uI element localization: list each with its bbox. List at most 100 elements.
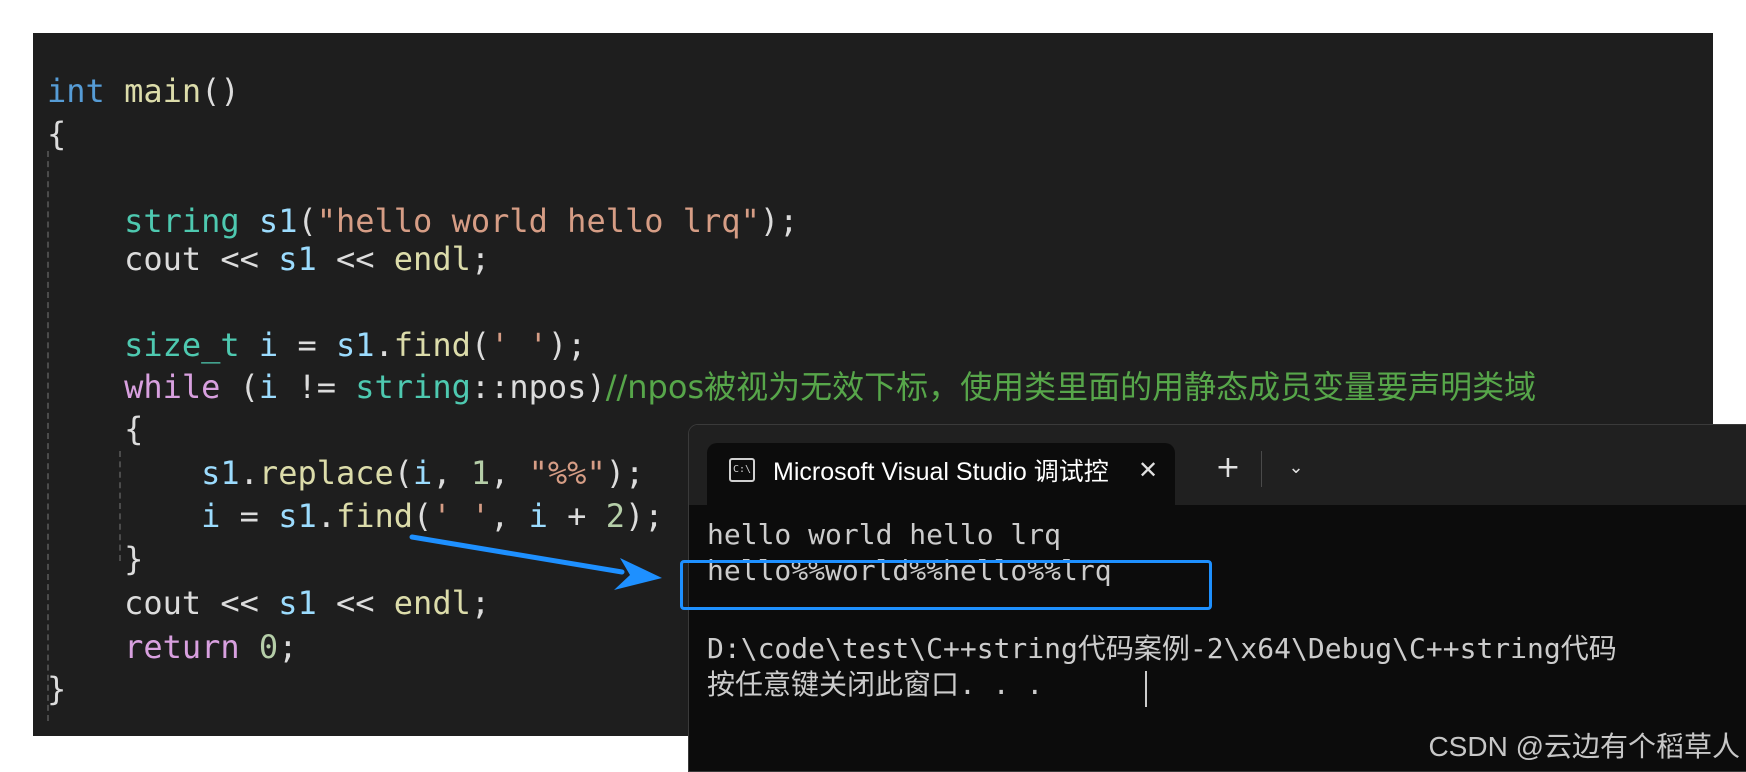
code-token: s1 bbox=[258, 202, 298, 240]
code-token: ' ' bbox=[490, 326, 548, 364]
watermark: CSDN @云边有个稻草人 bbox=[1428, 731, 1740, 762]
code-token: } bbox=[47, 670, 67, 708]
code-line: return 0; bbox=[47, 627, 297, 667]
code-line: string s1("hello world hello lrq"); bbox=[47, 201, 798, 241]
code-line: int main() bbox=[47, 71, 240, 111]
code-token: << bbox=[316, 240, 394, 278]
code-line: cout << s1 << endl; bbox=[47, 239, 490, 279]
code-line: while (i != string::npos)//npos被视为无效下标，使… bbox=[47, 367, 1536, 407]
code-token: int bbox=[47, 72, 105, 110]
code-token: << bbox=[316, 584, 394, 622]
code-token: main bbox=[124, 72, 202, 110]
code-token: find bbox=[393, 326, 471, 364]
code-token: 0 bbox=[258, 628, 279, 666]
code-token: endl bbox=[393, 240, 471, 278]
close-tab-icon[interactable]: ✕ bbox=[1133, 453, 1163, 487]
output-highlight-box bbox=[680, 560, 1212, 610]
code-token: ); bbox=[605, 454, 645, 492]
output-line-prompt: 按任意键关闭此窗口. . . bbox=[707, 668, 1044, 701]
code-token: { bbox=[47, 115, 67, 153]
code-token: s1 bbox=[278, 240, 317, 278]
new-tab-button[interactable]: + bbox=[1211, 451, 1245, 485]
code-token: ( bbox=[470, 326, 491, 364]
code-token: ; bbox=[470, 584, 491, 622]
code-token: . bbox=[239, 454, 259, 492]
chevron-down-icon[interactable]: ⌄ bbox=[1279, 451, 1313, 485]
code-token: 2 bbox=[605, 497, 625, 535]
code-token: "hello world hello lrq" bbox=[316, 202, 760, 240]
terminal-tab[interactable]: C:\ Microsoft Visual Studio 调试控 ✕ bbox=[707, 443, 1175, 505]
terminal-icon: C:\ bbox=[729, 458, 755, 482]
code-token: i bbox=[413, 454, 433, 492]
code-token: , bbox=[432, 454, 471, 492]
output-line-1: hello world hello lrq bbox=[707, 518, 1062, 551]
code-line: } bbox=[47, 539, 143, 579]
code-token: //npos被视为无效下标，使用类里面的用静态成员变量要声明类域 bbox=[605, 368, 1537, 406]
code-token: i bbox=[201, 497, 221, 535]
code-token: , bbox=[490, 454, 529, 492]
code-token: string bbox=[124, 202, 240, 240]
code-token: ); bbox=[759, 202, 799, 240]
code-line: s1.replace(i, 1, "%%"); bbox=[47, 453, 644, 493]
code-token: ::npos) bbox=[470, 368, 606, 406]
code-token: != bbox=[278, 368, 356, 406]
code-token: ( bbox=[393, 454, 414, 492]
code-token: + bbox=[547, 497, 606, 535]
code-token: s1 bbox=[278, 584, 317, 622]
code-token: () bbox=[201, 72, 240, 110]
code-line: { bbox=[47, 114, 66, 154]
code-token: s1 bbox=[278, 497, 317, 535]
code-token: ); bbox=[547, 326, 587, 364]
code-token: return bbox=[124, 628, 240, 666]
code-token: "%%" bbox=[528, 454, 606, 492]
code-token: cout << bbox=[47, 584, 279, 622]
code-token: ); bbox=[624, 497, 664, 535]
code-token: ( bbox=[220, 368, 259, 406]
code-token: i bbox=[258, 326, 279, 364]
code-token: replace bbox=[258, 454, 394, 492]
code-token: ; bbox=[470, 240, 491, 278]
text-cursor bbox=[1145, 671, 1147, 707]
tab-title: Microsoft Visual Studio 调试控 bbox=[773, 458, 1109, 486]
code-token: . bbox=[316, 497, 336, 535]
code-token: ; bbox=[278, 628, 298, 666]
code-line: size_t i = s1.find(' '); bbox=[47, 325, 586, 365]
code-line: { bbox=[47, 409, 143, 449]
code-token: endl bbox=[393, 584, 471, 622]
code-token: } bbox=[47, 540, 144, 578]
code-token: ( bbox=[413, 497, 433, 535]
code-token: size_t bbox=[124, 326, 240, 364]
terminal-tab-bar: C:\ Microsoft Visual Studio 调试控 ✕ + ⌄ bbox=[689, 425, 1746, 505]
code-token: cout << bbox=[47, 240, 279, 278]
code-token: ( bbox=[297, 202, 317, 240]
code-token: s1 bbox=[335, 326, 375, 364]
code-token: while bbox=[124, 368, 221, 406]
code-token: = bbox=[278, 326, 336, 364]
code-token: s1 bbox=[201, 454, 240, 492]
code-token: string bbox=[355, 368, 471, 406]
code-line: i = s1.find(' ', i + 2); bbox=[47, 496, 664, 536]
code-token: . bbox=[374, 326, 394, 364]
code-token: = bbox=[220, 497, 279, 535]
code-token: ' ' bbox=[432, 497, 491, 535]
code-token: 1 bbox=[470, 454, 491, 492]
code-line: cout << s1 << endl; bbox=[47, 583, 490, 623]
code-token: find bbox=[335, 497, 414, 535]
output-line-path: D:\code\test\C++string代码案例-2\x64\Debug\C… bbox=[707, 632, 1617, 665]
code-token: i bbox=[528, 497, 548, 535]
code-line: } bbox=[47, 669, 66, 709]
code-token: i bbox=[258, 368, 279, 406]
tab-divider bbox=[1261, 451, 1262, 487]
code-token: { bbox=[47, 410, 144, 448]
code-token: , bbox=[490, 497, 529, 535]
